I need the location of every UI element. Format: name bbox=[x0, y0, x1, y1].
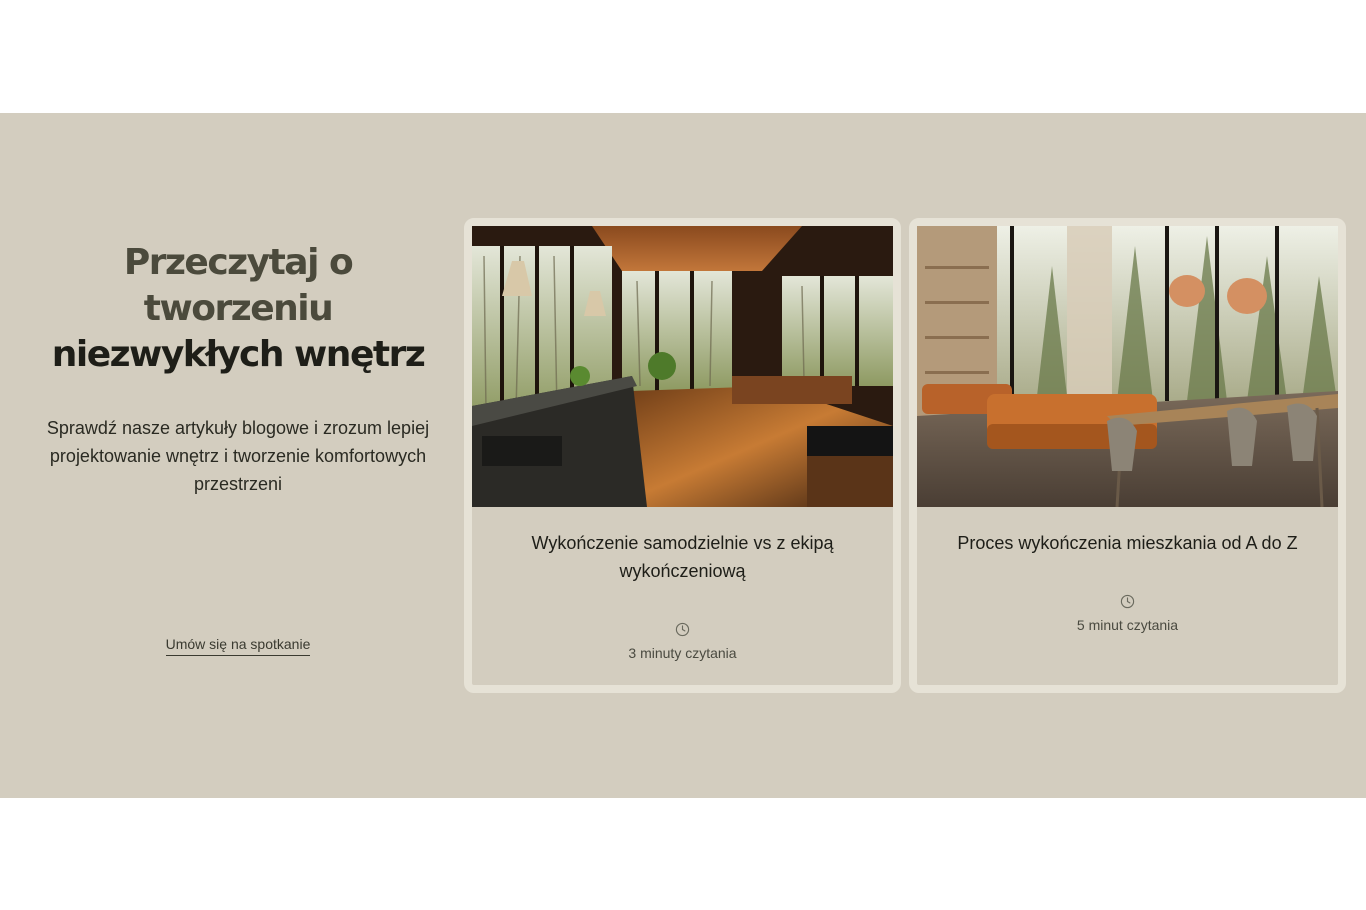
living-room-photo bbox=[917, 226, 1338, 507]
kitchen-photo bbox=[472, 226, 893, 507]
section-intro: Przeczytaj o tworzeniu niezwykłych wnętr… bbox=[30, 240, 446, 378]
article-image[interactable] bbox=[917, 226, 1338, 507]
book-meeting-link[interactable]: Umów się na spotkanie bbox=[165, 636, 311, 656]
article-card[interactable]: Wykończenie samodzielnie vs z ekipą wyko… bbox=[464, 218, 901, 693]
cta-wrapper: Umów się na spotkanie bbox=[0, 636, 476, 656]
heading-line-1: Przeczytaj o tworzeniu bbox=[123, 242, 354, 329]
article-title[interactable]: Wykończenie samodzielnie vs z ekipą wyko… bbox=[492, 529, 873, 585]
section-heading: Przeczytaj o tworzeniu niezwykłych wnętr… bbox=[30, 240, 446, 378]
article-card[interactable]: Proces wykończenia mieszkania od A do Z … bbox=[909, 218, 1346, 693]
section-description: Sprawdź nasze artykuły blogowe i zrozum … bbox=[46, 418, 430, 494]
read-time: 5 minut czytania bbox=[1076, 617, 1179, 633]
read-time: 3 minuty czytania bbox=[628, 645, 737, 661]
article-image[interactable] bbox=[472, 226, 893, 507]
heading-line-2: niezwykłych wnętrz bbox=[51, 334, 426, 375]
clock-icon bbox=[1120, 594, 1135, 609]
clock-icon bbox=[675, 622, 690, 637]
article-title[interactable]: Proces wykończenia mieszkania od A do Z bbox=[937, 529, 1318, 557]
